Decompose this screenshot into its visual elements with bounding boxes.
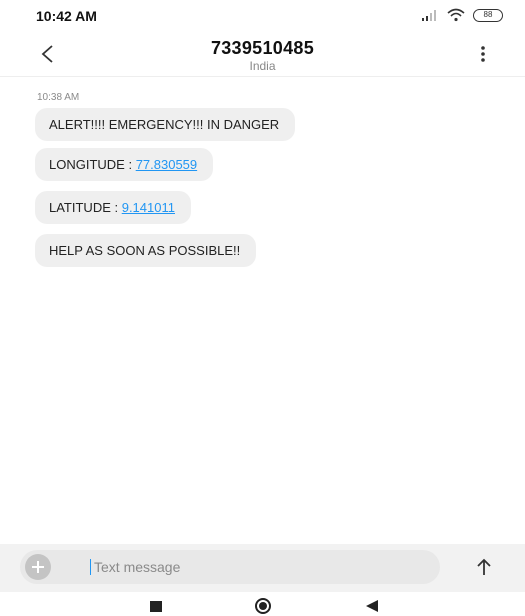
message-input[interactable]	[90, 557, 424, 577]
message-text: HELP AS SOON AS POSSIBLE!!	[49, 243, 241, 258]
contact-location: India	[249, 59, 276, 73]
message-bubble[interactable]: LATITUDE : 9.141011	[35, 191, 191, 224]
compose-bar	[0, 544, 525, 592]
message-text: ALERT!!!! EMERGENCY!!! IN DANGER	[49, 117, 280, 132]
more-options-button[interactable]	[471, 42, 495, 66]
message-label: LATITUDE :	[49, 200, 122, 215]
status-bar: 10:42 AM 88	[0, 0, 525, 30]
longitude-link[interactable]: 77.830559	[136, 157, 197, 172]
arrow-up-icon	[477, 558, 491, 575]
recents-icon[interactable]	[150, 601, 162, 612]
status-icons: 88	[421, 8, 503, 22]
conversation-header: 7339510485 India	[0, 32, 525, 77]
latitude-link[interactable]: 9.141011	[122, 200, 175, 215]
compose-field	[20, 550, 440, 584]
navigation-bar	[0, 596, 525, 616]
contact-number: 7339510485	[210, 38, 315, 58]
message-label: LONGITUDE :	[49, 157, 136, 172]
messaging-screen: 10:42 AM 88 7339510485 India 10:38 AM AL…	[0, 0, 525, 616]
status-time: 10:42 AM	[36, 8, 97, 24]
message-bubble[interactable]: ALERT!!!! EMERGENCY!!! IN DANGER	[35, 108, 296, 141]
back-icon[interactable]	[366, 600, 378, 612]
message-bubble[interactable]: LONGITUDE : 77.830559	[35, 148, 214, 181]
send-button[interactable]	[471, 554, 497, 580]
plus-icon	[32, 561, 44, 573]
signal-icon	[422, 10, 436, 21]
message-bubble[interactable]: HELP AS SOON AS POSSIBLE!!	[35, 234, 257, 267]
more-vertical-icon	[481, 46, 485, 62]
battery-icon: 88	[473, 8, 503, 22]
add-attachment-button[interactable]	[25, 554, 51, 580]
contact-info[interactable]: 7339510485 India	[0, 38, 525, 73]
wifi-icon	[447, 8, 465, 22]
home-icon[interactable]	[255, 598, 271, 614]
message-timestamp: 10:38 AM	[37, 92, 80, 103]
